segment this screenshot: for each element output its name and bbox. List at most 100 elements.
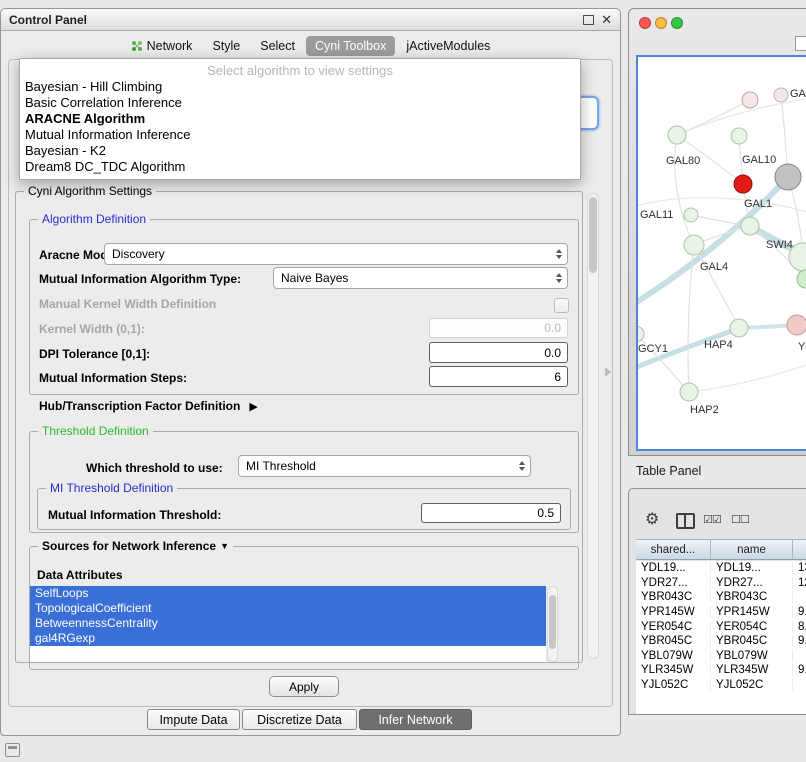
network-node[interactable] <box>774 88 788 102</box>
network-node[interactable] <box>680 383 698 401</box>
manual-kernel-width-label: Manual Kernel Width Definition <box>39 297 216 311</box>
dpi-tolerance-input[interactable]: 0.0 <box>429 342 568 363</box>
network-node[interactable] <box>731 128 747 144</box>
tab-infer-network[interactable]: Infer Network <box>359 709 472 730</box>
network-node[interactable] <box>787 315 806 335</box>
network-edge[interactable] <box>675 135 694 245</box>
gear-icon[interactable]: ⚙ <box>645 509 659 529</box>
zoom-traffic-light-icon[interactable] <box>671 17 683 29</box>
scrollbar-corner[interactable] <box>795 36 806 51</box>
tab-label: Select <box>260 39 295 53</box>
column-header[interactable] <box>793 540 806 559</box>
attribute-item[interactable]: TopologicalCoefficient <box>30 601 546 616</box>
tab-impute-data[interactable]: Impute Data <box>147 709 240 730</box>
tab-select[interactable]: Select <box>251 36 304 56</box>
column-header[interactable]: shared... <box>636 540 711 559</box>
mi-threshold-input[interactable]: 0.5 <box>421 503 561 523</box>
algorithm-option[interactable]: Mutual Information Inference <box>20 127 580 143</box>
settings-scrollbar[interactable] <box>587 193 599 659</box>
node-label: HAP2 <box>690 404 719 416</box>
float-window-icon[interactable] <box>583 15 594 25</box>
minimize-traffic-light-icon[interactable] <box>655 17 667 29</box>
manual-kernel-width-checkbox[interactable] <box>554 298 569 313</box>
mi-steps-label: Mutual Information Steps: <box>39 371 187 385</box>
network-node[interactable] <box>684 208 698 222</box>
node-label: HAP4 <box>704 339 733 351</box>
table-row[interactable]: YJL052CYJL052C <box>636 678 806 693</box>
algorithm-option[interactable]: Bayesian - K2 <box>20 143 580 159</box>
expanded-arrow-icon: ▼ <box>220 541 229 551</box>
tab-network[interactable]: Network <box>122 36 202 56</box>
scrollbar-thumb[interactable] <box>549 595 556 649</box>
column-browser-icon[interactable] <box>676 513 695 529</box>
network-node[interactable] <box>734 175 752 193</box>
deselect-all-icon[interactable]: ☐☐ <box>731 513 749 526</box>
dock-panel-icon[interactable] <box>5 743 20 757</box>
network-node[interactable] <box>638 326 644 342</box>
hub-definition-toggle[interactable]: Hub/Transcription Factor Definition ▶ <box>39 399 258 413</box>
tab-jactivemodules[interactable]: jActiveModules <box>397 36 499 56</box>
attributes-scrollbar[interactable] <box>547 586 558 662</box>
scrollbar-thumb[interactable] <box>589 197 597 273</box>
table-row[interactable]: YER054CYER054C8. <box>636 619 806 634</box>
network-node[interactable] <box>741 217 759 235</box>
algorithm-option[interactable]: ARACNE Algorithm <box>20 111 580 127</box>
mi-threshold-label: Mutual Information Threshold: <box>48 508 221 522</box>
apply-button[interactable]: Apply <box>269 676 339 697</box>
sources-toggle[interactable]: Sources for Network Inference ▼ <box>38 539 233 553</box>
attribute-item[interactable]: SelfLoops <box>30 586 546 601</box>
tab-label: Cyni Toolbox <box>315 39 386 53</box>
table-cell: YDL19... <box>711 562 793 574</box>
kernel-width-label: Kernel Width (0,1): <box>39 322 145 336</box>
group-title-text: MI Threshold Definition <box>50 481 173 495</box>
network-edge[interactable] <box>694 245 739 328</box>
table-row[interactable]: YLR345WYLR345W9. <box>636 663 806 678</box>
table-row[interactable]: YBL079WYBL079W <box>636 649 806 664</box>
column-header[interactable]: name <box>711 540 793 559</box>
network-canvas[interactable]: GAL80GAL10GAL11GAL1SWI4GAL4GCY1HAP4HAP2Y… <box>636 55 806 451</box>
table-cell: 9. <box>793 606 806 618</box>
node-label: GAL8 <box>790 88 806 100</box>
table-row[interactable]: YDL19...YDL19...13 <box>636 561 806 576</box>
table-panel-title: Table Panel <box>636 464 701 478</box>
tab-style[interactable]: Style <box>203 36 249 56</box>
algorithm-option[interactable]: Bayesian - Hill Climbing <box>20 79 580 95</box>
selected-value: MI Threshold <box>246 459 316 473</box>
node-label: GAL1 <box>744 198 772 210</box>
network-node[interactable] <box>775 164 801 190</box>
table-cell: YJL052C <box>636 679 711 691</box>
select-all-icon[interactable]: ☑☑ <box>703 513 721 526</box>
mi-steps-input[interactable]: 6 <box>429 366 568 387</box>
table-cell: 13 <box>793 562 806 574</box>
kernel-width-input[interactable]: 0.0 <box>429 318 568 338</box>
table-row[interactable]: YDR27...YDR27...12 <box>636 576 806 591</box>
network-node[interactable] <box>730 319 748 337</box>
tab-cyni-toolbox[interactable]: Cyni Toolbox <box>306 36 395 56</box>
table-row[interactable]: YPR145WYPR145W9. <box>636 605 806 620</box>
table-row[interactable]: YBR043CYBR043C <box>636 590 806 605</box>
tab-discretize-data[interactable]: Discretize Data <box>242 709 357 730</box>
node-label: GAL80 <box>666 155 700 167</box>
network-node[interactable] <box>742 92 758 108</box>
node-label: GAL4 <box>700 261 728 273</box>
close-traffic-light-icon[interactable] <box>639 17 651 29</box>
attribute-item[interactable]: BetweennessCentrality <box>30 616 546 631</box>
splitter-collapse-icon[interactable] <box>605 367 611 377</box>
algorithm-list: Bayesian - Hill ClimbingBasic Correlatio… <box>20 79 580 175</box>
network-node[interactable] <box>684 235 704 255</box>
aracne-mode-select[interactable]: Discovery <box>104 243 568 265</box>
titlebar-buttons: ✕ <box>583 14 612 26</box>
table-panel-window: ⚙ ☑☑ ☐☐ shared...name YDL19...YDL19...13… <box>628 488 806 715</box>
threshold-type-select[interactable]: MI Threshold <box>238 455 531 477</box>
algorithm-option[interactable]: Dream8 DC_TDC Algorithm <box>20 159 580 175</box>
attribute-item[interactable]: gal4RGexp <box>30 631 546 646</box>
network-node[interactable] <box>797 270 806 288</box>
table-cell: YBR045C <box>711 635 793 647</box>
stepper-icon <box>519 461 525 471</box>
network-node[interactable] <box>668 126 686 144</box>
algorithm-option[interactable]: Basic Correlation Inference <box>20 95 580 111</box>
table-row[interactable]: YBR045CYBR045C9. <box>636 634 806 649</box>
mi-algorithm-type-select[interactable]: Naive Bayes <box>273 267 568 289</box>
close-icon[interactable]: ✕ <box>601 14 612 26</box>
network-edge[interactable] <box>689 361 806 392</box>
